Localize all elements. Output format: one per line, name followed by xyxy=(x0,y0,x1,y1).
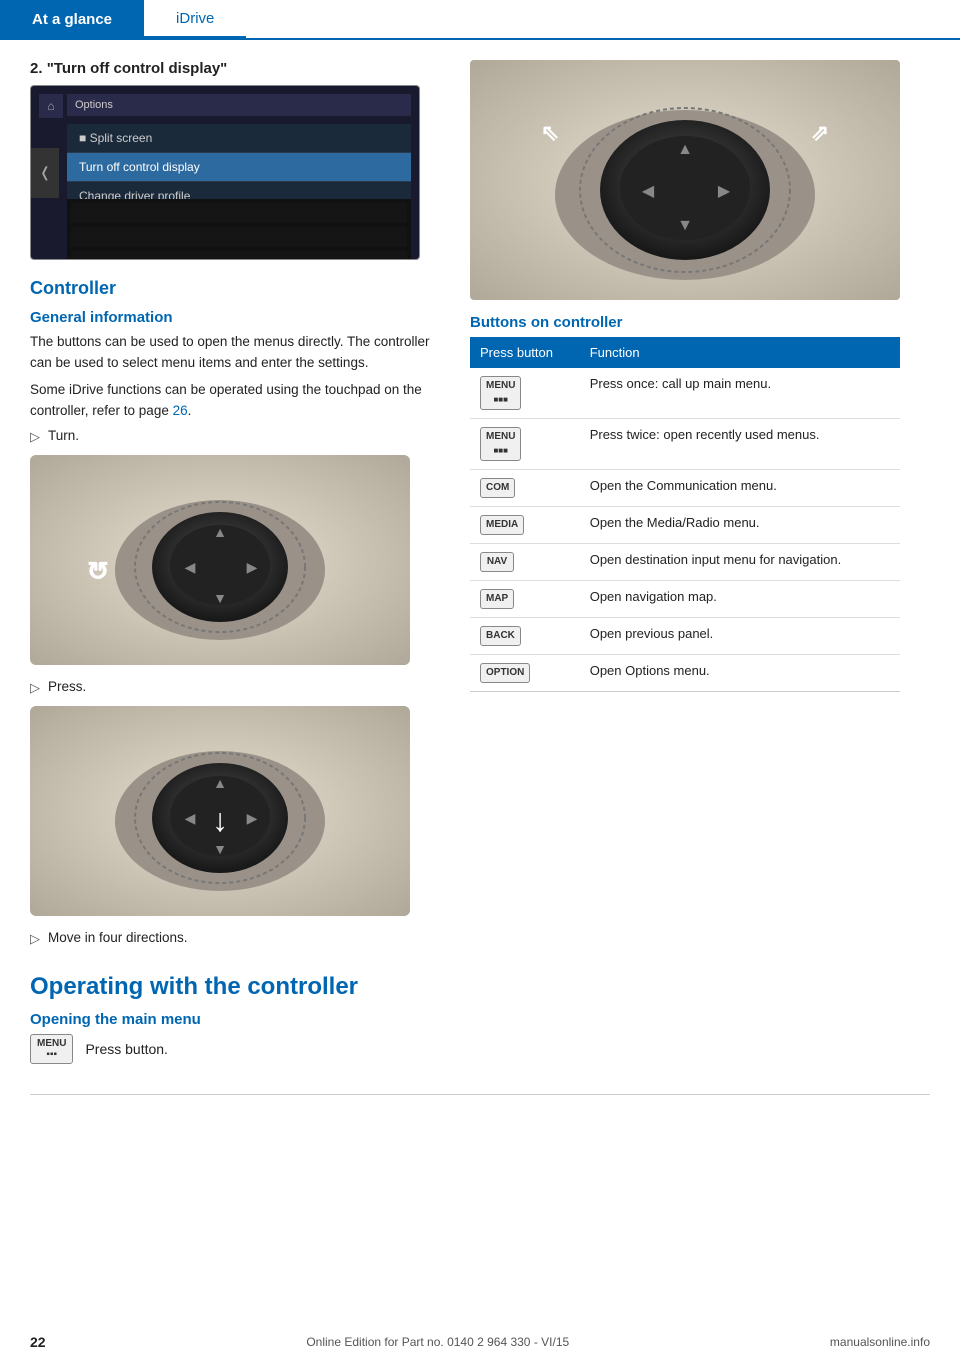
svg-text:▼: ▼ xyxy=(677,217,693,234)
controller-turn-svg: ▲ ▼ ◀ ▶ ↺ ↺ xyxy=(30,455,410,665)
function-cell: Open Options menu. xyxy=(580,655,900,692)
main-content: 2. "Turn off control display" ❬ ⌂ Option… xyxy=(0,40,960,953)
right-top-controller-image: ▲ ▼ ◀ ▶ ⇖ ⇗ xyxy=(470,60,900,300)
button-cell: BACK xyxy=(470,618,580,655)
button-badge: OPTION xyxy=(480,663,530,683)
footer-line xyxy=(30,1094,930,1095)
button-cell: MAP xyxy=(470,581,580,618)
page-link[interactable]: 26 xyxy=(173,403,188,418)
table-row: MAP Open navigation map. xyxy=(470,581,900,618)
function-cell: Open previous panel. xyxy=(580,618,900,655)
function-cell: Open navigation map. xyxy=(580,581,900,618)
function-cell: Open the Media/Radio menu. xyxy=(580,507,900,544)
table-row: MEDIA Open the Media/Radio menu. xyxy=(470,507,900,544)
button-badge: MENU■■■ xyxy=(480,376,521,410)
button-badge: BACK xyxy=(480,626,521,646)
svg-text:▼: ▼ xyxy=(213,590,227,606)
screen-bottom xyxy=(67,199,411,259)
button-cell: MENU■■■ xyxy=(470,368,580,419)
table-row: BACK Open previous panel. xyxy=(470,618,900,655)
general-info-body1: The buttons can be used to open the menu… xyxy=(30,332,440,374)
controller-image-press: ▲ ▼ ◀ ▶ ↓ xyxy=(30,706,410,916)
press-button-text: Press button. xyxy=(85,1041,168,1057)
general-info-title: General information xyxy=(30,309,440,326)
button-badge: MAP xyxy=(480,589,514,609)
buttons-table: Press button Function MENU■■■ Press once:… xyxy=(470,337,900,692)
table-row: COM Open the Communication menu. xyxy=(470,470,900,507)
controller-image-turn: ▲ ▼ ◀ ▶ ↺ ↺ xyxy=(30,455,410,665)
svg-text:⇗: ⇗ xyxy=(811,120,829,145)
opening-menu-title: Opening the main menu xyxy=(30,1011,930,1028)
table-row: MENU■■■ Press twice: open recently used m… xyxy=(470,419,900,470)
tab-at-a-glance[interactable]: At a glance xyxy=(0,0,144,38)
tab-idrive[interactable]: iDrive xyxy=(144,0,246,38)
controller-section-title: Controller xyxy=(30,278,440,299)
home-icon: ⌂ xyxy=(39,94,63,118)
svg-text:↺: ↺ xyxy=(87,556,109,586)
svg-text:▶: ▶ xyxy=(247,559,258,575)
svg-text:▲: ▲ xyxy=(677,141,693,158)
bullet-turn: ▷ Turn. xyxy=(30,428,440,445)
menu-items: ■ Split screen Turn off control display … xyxy=(67,124,411,211)
svg-text:◀: ◀ xyxy=(185,559,196,575)
function-cell: Open the Communication menu. xyxy=(580,470,900,507)
footer-website: manualsonline.info xyxy=(830,1335,930,1349)
bullet-arrow-press-icon: ▷ xyxy=(30,680,40,696)
svg-text:▶: ▶ xyxy=(718,183,731,200)
footer-copyright: Online Edition for Part no. 0140 2 964 3… xyxy=(306,1335,569,1349)
table-header-row: Press button Function xyxy=(470,337,900,368)
right-top-svg: ▲ ▼ ◀ ▶ ⇖ ⇗ xyxy=(470,60,900,300)
bullet-arrow-icon: ▷ xyxy=(30,429,40,445)
bullet-move: ▷ Move in four directions. xyxy=(30,930,440,947)
svg-text:▲: ▲ xyxy=(213,775,227,791)
svg-text:◀: ◀ xyxy=(185,810,196,826)
svg-text:⇖: ⇖ xyxy=(541,120,559,145)
left-column: 2. "Turn off control display" ❬ ⌂ Option… xyxy=(0,60,460,953)
button-badge: COM xyxy=(480,478,515,498)
bottom-section: Operating with the controller Opening th… xyxy=(0,973,960,1064)
button-cell: COM xyxy=(470,470,580,507)
table-row: OPTION Open Options menu. xyxy=(470,655,900,692)
operating-section-title: Operating with the controller xyxy=(30,973,930,1001)
left-arrow-icon: ❬ xyxy=(31,148,59,198)
button-cell: NAV xyxy=(470,544,580,581)
button-badge: MEDIA xyxy=(480,515,524,535)
right-column: ▲ ▼ ◀ ▶ ⇖ ⇗ Buttons on controller Press … xyxy=(460,60,960,953)
table-row: NAV Open destination input menu for navig… xyxy=(470,544,900,581)
screen-mockup: ❬ ⌂ Options ■ Split screen Turn off cont… xyxy=(30,85,420,260)
function-cell: Press twice: open recently used menus. xyxy=(580,419,900,470)
button-badge: MENU■■■ xyxy=(480,427,521,461)
bullet-press: ▷ Press. xyxy=(30,679,440,696)
svg-text:◀: ◀ xyxy=(642,183,655,200)
page-header: At a glance iDrive xyxy=(0,0,960,40)
table-header-function: Function xyxy=(580,337,900,368)
button-cell: OPTION xyxy=(470,655,580,692)
button-badge: NAV xyxy=(480,552,514,572)
menu-item-turn-off: Turn off control display xyxy=(67,153,411,182)
function-cell: Press once: call up main menu. xyxy=(580,368,900,419)
svg-text:▼: ▼ xyxy=(213,841,227,857)
table-header-press-button: Press button xyxy=(470,337,580,368)
opening-menu-row: MENU▪▪▪ Press button. xyxy=(30,1034,930,1064)
svg-text:↓: ↓ xyxy=(212,802,228,838)
step-number: 2. "Turn off control display" xyxy=(30,60,440,77)
button-cell: MEDIA xyxy=(470,507,580,544)
svg-text:▶: ▶ xyxy=(247,810,258,826)
function-cell: Open destination input menu for navigati… xyxy=(580,544,900,581)
buttons-section-title: Buttons on controller xyxy=(470,314,940,331)
general-info-body2: Some iDrive functions can be operated us… xyxy=(30,380,440,422)
menu-button-badge: MENU▪▪▪ xyxy=(30,1034,73,1064)
options-bar: Options xyxy=(67,94,411,116)
controller-press-svg: ▲ ▼ ◀ ▶ ↓ xyxy=(30,706,410,916)
table-row: MENU■■■ Press once: call up main menu. xyxy=(470,368,900,419)
page-number: 22 xyxy=(30,1334,46,1350)
button-cell: MENU■■■ xyxy=(470,419,580,470)
menu-item-split-screen: ■ Split screen xyxy=(67,124,411,153)
svg-text:▲: ▲ xyxy=(213,524,227,540)
footer: 22 Online Edition for Part no. 0140 2 96… xyxy=(0,1334,960,1350)
bullet-arrow-move-icon: ▷ xyxy=(30,931,40,947)
